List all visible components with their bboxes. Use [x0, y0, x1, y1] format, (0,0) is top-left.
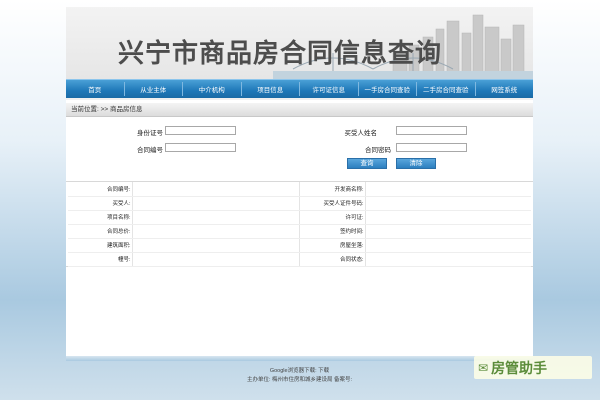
breadcrumb: 当前位置: >> 商品房信息	[66, 103, 533, 117]
main-navigation: 首页 从业主体 中介机构 项目信息 许可证信息 一手房合同查验 二手房合同查验 …	[66, 79, 533, 100]
watermark-text: 房管助手	[491, 360, 548, 377]
nav-item-agencies[interactable]: 中介机构	[183, 84, 241, 94]
page-title: 兴宁市商品房合同信息查询	[118, 39, 443, 69]
buyer-value	[131, 196, 299, 211]
total-price-field-label: 合同总价:	[68, 224, 132, 239]
contract-detail-table: 合同编号: 开发商名称: 买受人: 买受人证件号码: 项目名称: 许可证: 合同…	[66, 181, 533, 267]
building-area-value	[131, 238, 299, 253]
nav-item-home[interactable]: 首页	[66, 84, 124, 94]
table-row: 合同总价: 签约时间:	[68, 224, 531, 239]
permit-field-label: 许可证:	[298, 210, 365, 225]
project-name-value	[131, 210, 299, 225]
nav-item-online-signing[interactable]: 网签系统	[476, 84, 534, 94]
nav-item-permits[interactable]: 许可证信息	[300, 84, 358, 94]
page-container: 兴宁市商品房合同信息查询 首页 从业主体 中介机构 项目信息 许可证信息 一手房…	[66, 7, 533, 356]
table-row: 合同编号: 开发商名称:	[68, 182, 531, 197]
contract-status-field-label: 合同状态:	[298, 252, 365, 267]
permit-value	[364, 210, 531, 225]
page-footer: Google浏览器下载: 下载 主办单位: 梅州市住房和城乡建设局 备案号:	[66, 367, 533, 385]
contract-status-value	[364, 252, 531, 267]
footer-divider	[66, 356, 533, 361]
nav-item-projects[interactable]: 项目信息	[242, 84, 300, 94]
project-name-field-label: 项目名称:	[68, 210, 132, 225]
buyer-name-input[interactable]	[396, 126, 467, 135]
buyer-field-label: 买受人:	[68, 196, 132, 211]
nav-item-used-house-contract[interactable]: 二手房合同查验	[417, 84, 475, 94]
building-number-value	[131, 252, 299, 267]
developer-name-value	[364, 182, 531, 197]
contract-password-input[interactable]	[396, 143, 467, 152]
developer-name-field-label: 开发商名称:	[298, 182, 365, 197]
id-number-input[interactable]	[165, 126, 236, 135]
nav-item-practitioners[interactable]: 从业主体	[125, 84, 183, 94]
signing-time-value	[364, 224, 531, 239]
table-row: 买受人: 买受人证件号码:	[68, 196, 531, 211]
contract-number-field-label: 合同编号:	[68, 182, 132, 197]
building-number-field-label: 幢号:	[68, 252, 132, 267]
contract-number-input[interactable]	[165, 143, 236, 152]
total-price-value	[131, 224, 299, 239]
house-location-value	[364, 238, 531, 253]
signing-time-field-label: 签约时间:	[298, 224, 365, 239]
chat-bubble-icon: ✉	[478, 360, 489, 375]
query-button[interactable]: 查询	[347, 158, 387, 169]
buyer-id-value	[364, 196, 531, 211]
table-row: 幢号: 合同状态:	[68, 252, 531, 267]
nav-item-new-house-contract[interactable]: 一手房合同查验	[359, 84, 417, 94]
buyer-id-field-label: 买受人证件号码:	[298, 196, 365, 211]
house-location-field-label: 房屋坐落:	[298, 238, 365, 253]
contract-password-label: 合同密码	[365, 147, 391, 154]
building-area-field-label: 建筑面积:	[68, 238, 132, 253]
browser-download-link[interactable]: Google浏览器下载: 下载	[66, 367, 533, 376]
search-form: 身份证号 买受人姓名 合同编号 合同密码 查询 清除	[66, 117, 533, 174]
header-banner: 兴宁市商品房合同信息查询	[66, 7, 533, 79]
contract-number-value	[131, 182, 299, 197]
buyer-name-label: 买受人姓名	[344, 130, 378, 137]
clear-button[interactable]: 清除	[396, 158, 436, 169]
id-number-label: 身份证号	[137, 130, 163, 137]
sponsor-info: 主办单位: 梅州市住房和城乡建设局 备案号:	[246, 377, 353, 383]
table-row: 建筑面积: 房屋坐落:	[68, 238, 531, 253]
contract-number-label: 合同编号	[137, 147, 163, 154]
watermark-logo: ✉ 房管助手	[474, 356, 592, 379]
table-row: 项目名称: 许可证:	[68, 210, 531, 225]
